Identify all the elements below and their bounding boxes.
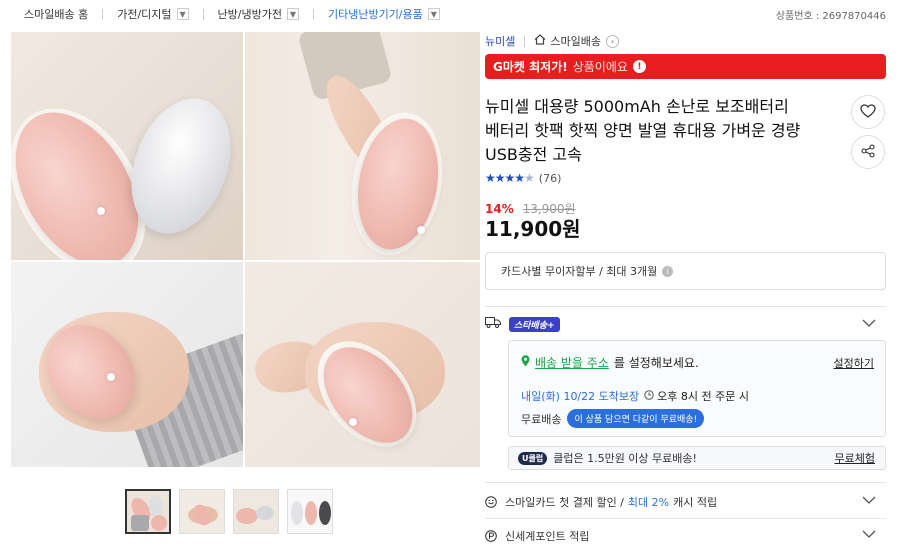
shinsegae-text: 신세계포인트 적립 xyxy=(505,530,590,543)
product-main-image[interactable] xyxy=(11,32,480,467)
lowest-price-banner[interactable]: G마켓 최저가! 상품이에요 ! xyxy=(485,54,886,79)
heart-icon xyxy=(860,103,876,121)
free-shipping-label: 무료배송 xyxy=(521,412,562,426)
image-tile-wrist-holding xyxy=(245,262,480,467)
delivery-eta: 내일(화) 10/22 도착보장 오후 8시 전 주문 시 xyxy=(521,388,749,404)
shop-name-link[interactable]: 뉴미셀 xyxy=(485,33,515,49)
club-box: U클럽 클럽은 1.5만원 이상 무료배송! 무료체험 xyxy=(508,446,886,470)
card-installment-box[interactable]: 카드사별 무이자할부 / 최대 3개월 i xyxy=(485,252,886,290)
breadcrumb-current[interactable]: 기타냉난방기기/용품 ▼ xyxy=(328,6,440,22)
thumbnail-3[interactable] xyxy=(233,489,279,534)
clock-icon xyxy=(644,389,654,403)
breadcrumb-home-label[interactable]: 스마일배송 홈 xyxy=(24,6,88,22)
breadcrumb-divider xyxy=(202,8,204,20)
free-shipping-bubble: 이 상품 담으면 다같이 무료배송! xyxy=(567,409,705,428)
thumbnail-2[interactable] xyxy=(179,489,225,534)
chevron-down-icon[interactable] xyxy=(862,316,876,330)
smile-icon xyxy=(485,496,497,508)
rating[interactable]: ★★★★★ (76) xyxy=(485,171,561,185)
divider xyxy=(485,482,886,483)
shipping-info-box: 배송 받을 주소 를 설정해보세요. 설정하기 내일(화) 10/22 도착보장… xyxy=(508,340,886,437)
chevron-down-icon[interactable] xyxy=(862,528,876,541)
share-button[interactable] xyxy=(851,135,885,169)
divider xyxy=(485,306,886,307)
star-rating-icon: ★★★★★ xyxy=(485,171,535,185)
chevron-right-icon[interactable]: › xyxy=(605,34,619,48)
breadcrumb-heating-label[interactable]: 난방/냉방가전 xyxy=(218,6,282,22)
address-suffix: 를 설정해보세요. xyxy=(613,356,699,370)
banner-highlight: G마켓 최저가! xyxy=(493,60,568,74)
home-icon xyxy=(534,34,546,48)
location-pin-icon xyxy=(521,355,530,370)
address-prompt: 배송 받을 주소 를 설정해보세요. xyxy=(521,354,699,371)
image-tile-two-warmers xyxy=(11,32,243,260)
breadcrumb-divider xyxy=(312,8,314,20)
u-club-badge: U클럽 xyxy=(518,451,548,465)
image-tile-hand-pressing xyxy=(245,32,480,260)
breadcrumb-digital[interactable]: 가전/디지털 ▼ xyxy=(117,6,189,22)
breadcrumb-home[interactable]: 스마일배송 홈 xyxy=(24,6,88,22)
image-tile-hands-holding xyxy=(11,262,243,467)
chevron-down-icon[interactable]: ▼ xyxy=(427,8,440,20)
smilecard-benefit-row[interactable]: 스마일카드 첫 결제 할인 / 최대 2% 캐시 적립 xyxy=(485,493,886,511)
free-trial-link[interactable]: 무료체험 xyxy=(835,450,875,466)
set-address-link[interactable]: 설정하기 xyxy=(834,355,874,371)
free-shipping-line: 무료배송 이 상품 담으면 다같이 무료배송! xyxy=(521,409,705,428)
delivery-section-header[interactable]: 스타배송+ xyxy=(485,316,886,332)
breadcrumb-digital-label[interactable]: 가전/디지털 xyxy=(117,6,171,22)
truck-icon xyxy=(485,317,501,331)
smilecard-rate: 최대 2% xyxy=(627,496,670,509)
eta-condition: 오후 8시 전 주문 시 xyxy=(657,390,749,403)
card-installment-text: 카드사별 무이자할부 / 최대 3개월 xyxy=(501,265,658,278)
smile-delivery-link[interactable]: 스마일배송 xyxy=(550,33,601,49)
breadcrumb: 스마일배송 홈 가전/디지털 ▼ 난방/냉방가전 ▼ 기타냉난방기기/용품 ▼ xyxy=(24,6,440,22)
chevron-down-icon[interactable]: ▼ xyxy=(286,8,299,20)
share-icon xyxy=(861,143,875,161)
chevron-down-icon[interactable] xyxy=(862,494,876,507)
thumbnail-strip xyxy=(125,489,333,534)
star-delivery-badge: 스타배송+ xyxy=(509,316,560,332)
smilecard-prefix: 스마일카드 첫 결제 할인 / xyxy=(505,496,624,509)
banner-text: 상품이에요 xyxy=(572,60,628,74)
divider xyxy=(485,518,886,519)
seller-line: 뉴미셀 스마일배송 › xyxy=(485,33,619,49)
smilecard-suffix: 캐시 적립 xyxy=(673,496,718,509)
breadcrumb-heating[interactable]: 난방/냉방가전 ▼ xyxy=(218,6,299,22)
product-number: 상품번호 : 2697870446 xyxy=(775,11,886,22)
shinsegae-point-row[interactable]: 신세계포인트 적립 xyxy=(485,527,886,545)
thumbnail-4[interactable] xyxy=(287,489,333,534)
info-icon[interactable]: i xyxy=(662,265,674,277)
address-link[interactable]: 배송 받을 주소 xyxy=(535,354,609,371)
sale-price: 11,900원 xyxy=(485,217,581,241)
product-title: 뉴미셀 대용량 5000mAh 손난로 보조배터리 베터리 핫팩 핫찍 양면 발… xyxy=(485,97,801,164)
eta-date: 내일(화) 10/22 도착보장 xyxy=(521,390,640,403)
divider xyxy=(524,35,526,47)
info-icon[interactable]: ! xyxy=(632,60,646,73)
breadcrumb-divider xyxy=(102,8,104,20)
chevron-down-icon[interactable]: ▼ xyxy=(176,8,189,20)
breadcrumb-current-label[interactable]: 기타냉난방기기/용품 xyxy=(328,6,423,22)
thumbnail-1[interactable] xyxy=(125,489,171,534)
wishlist-button[interactable] xyxy=(851,95,885,129)
point-icon xyxy=(485,530,497,542)
club-text: 클럽은 1.5만원 이상 무료배송! xyxy=(553,452,697,465)
review-count[interactable]: (76) xyxy=(539,172,562,185)
